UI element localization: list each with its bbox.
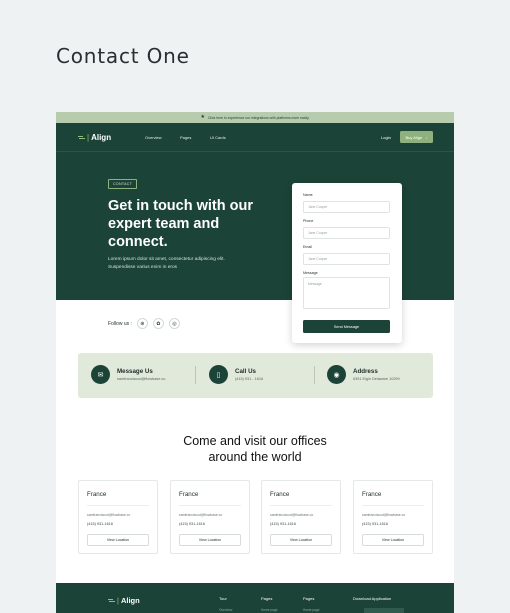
email-field[interactable]: Jane Cooper xyxy=(303,253,390,265)
phone-icon: ▯ xyxy=(209,365,228,384)
nav-link-pages[interactable]: Pages xyxy=(180,135,191,140)
follow-us: Follow us : ⊕ ✿ ◎ xyxy=(108,318,180,329)
email-label: Email xyxy=(303,245,312,249)
footer-logo-text: Align xyxy=(120,596,140,605)
footer-col-pages-2: Pages xyxy=(303,596,315,601)
view-location-button[interactable]: View Location xyxy=(87,534,149,546)
logo-text: Align xyxy=(91,133,112,142)
send-message-button[interactable]: Send Message xyxy=(303,320,390,333)
dribbble-icon[interactable]: ⊕ xyxy=(136,318,148,329)
nav-link-ui-cards[interactable]: UI Cards xyxy=(210,135,226,140)
contact-info-bar: ✉ Message Us samfranciscod@flowbase.co ▯… xyxy=(78,353,433,398)
hero-section: | Align Overview Pages UI Cards Login Bu… xyxy=(56,123,454,343)
star-icon: ★ xyxy=(200,114,205,120)
office-phone: (415) 931-1616 xyxy=(270,522,296,526)
office-email[interactable]: samfranciscod@flowbase.co xyxy=(270,513,313,517)
office-phone: (415) 931-1616 xyxy=(179,522,205,526)
chevron-right-icon: › xyxy=(426,134,428,140)
address-item: ◉ Address 6391 Elgin Delaware 10299 xyxy=(327,365,400,384)
office-email[interactable]: samfranciscod@flowbase.co xyxy=(87,513,130,517)
view-location-button[interactable]: View Location xyxy=(270,534,332,546)
divider xyxy=(179,505,241,506)
office-email[interactable]: samfranciscod@flowbase.co xyxy=(362,513,405,517)
divider xyxy=(195,366,196,384)
message-us-item: ✉ Message Us samfranciscod@flowbase.co xyxy=(91,365,165,384)
call-us-title: Call Us xyxy=(235,368,256,375)
follow-label: Follow us : xyxy=(108,320,132,327)
page-title: Contact One xyxy=(56,44,190,68)
logo[interactable]: | Align xyxy=(78,133,111,142)
logo-separator: | xyxy=(117,596,119,605)
message-us-title: Message Us xyxy=(117,368,153,375)
offices-heading: Come and visit our offices around the wo… xyxy=(56,433,454,465)
message-label: Message xyxy=(303,271,318,275)
footer-col-download: Download Application xyxy=(353,596,392,601)
address-title: Address xyxy=(353,368,378,375)
hero-headline: Get in touch with our expert team and co… xyxy=(108,198,253,250)
footer-col-tour: Tour xyxy=(219,596,227,601)
office-card: France samfranciscod@flowbase.co (415) 9… xyxy=(170,480,250,554)
name-field[interactable]: Jane Cooper xyxy=(303,201,390,213)
call-us-item: ▯ Call Us (415) 931 - 1616 xyxy=(209,365,263,384)
footer: | Align Tour Pages Pages Download Applic… xyxy=(56,583,454,613)
divider xyxy=(87,505,149,506)
promo-banner[interactable]: ★ Click here to experience our integrati… xyxy=(56,112,454,123)
office-card: France samfranciscod@flowbase.co (415) 9… xyxy=(261,480,341,554)
contact-tag: CONTACT xyxy=(108,179,138,189)
nav-link-overview[interactable]: Overview xyxy=(145,135,162,140)
buy-button-label: Buy Align xyxy=(405,134,423,140)
login-link[interactable]: Login xyxy=(381,135,391,140)
hero-lead: Lorem ipsum dolor sit amet, consectetur … xyxy=(108,257,225,270)
contact-page-preview: ★ Click here to experience our integrati… xyxy=(56,112,454,613)
logo-separator: | xyxy=(87,133,90,142)
call-us-value[interactable]: (415) 931 - 1616 xyxy=(235,377,263,381)
footer-link[interactable]: Home page xyxy=(261,608,277,612)
footer-logo[interactable]: | Align xyxy=(108,596,140,605)
office-card: France samfranciscod@flowbase.co (415) 9… xyxy=(353,480,433,554)
view-location-button[interactable]: View Location xyxy=(362,534,424,546)
instagram-icon[interactable]: ◎ xyxy=(168,318,180,329)
message-us-value[interactable]: samfranciscod@flowbase.co xyxy=(117,377,165,381)
office-card: France samfranciscod@flowbase.co (415) 9… xyxy=(78,480,158,554)
banner-text: Click here to experience our integration… xyxy=(207,115,310,120)
phone-field[interactable]: Jane Cooper xyxy=(303,227,390,239)
mail-icon: ✉ xyxy=(91,365,110,384)
contact-form: Name Jane Cooper Phone Jane Cooper Email… xyxy=(292,183,402,343)
app-store-badge[interactable] xyxy=(364,608,404,613)
footer-col-pages: Pages xyxy=(261,596,273,601)
navbar: | Align Overview Pages UI Cards Login Bu… xyxy=(56,123,454,152)
buy-align-button[interactable]: Buy Align › xyxy=(400,131,433,143)
divider xyxy=(314,366,315,384)
logo-mark-icon xyxy=(108,598,115,604)
divider xyxy=(362,505,424,506)
logo-mark-icon xyxy=(78,135,85,141)
office-email[interactable]: samfranciscod@flowbase.co xyxy=(179,513,222,517)
name-label: Name xyxy=(303,193,313,197)
footer-link[interactable]: Home page xyxy=(303,608,319,612)
office-name: France xyxy=(87,491,107,498)
offices-heading-line1: Come and visit our offices xyxy=(183,434,327,448)
message-field[interactable]: Message xyxy=(303,277,390,309)
office-name: France xyxy=(270,491,290,498)
offices-heading-line2: around the world xyxy=(208,450,302,464)
twitter-icon[interactable]: ✿ xyxy=(152,318,164,329)
divider xyxy=(270,505,332,506)
office-phone: (415) 931-1616 xyxy=(362,522,388,526)
footer-link[interactable]: Overview xyxy=(219,608,232,612)
office-name: France xyxy=(179,491,199,498)
office-name: France xyxy=(362,491,382,498)
location-icon: ◉ xyxy=(327,365,346,384)
office-phone: (415) 931-1616 xyxy=(87,522,113,526)
view-location-button[interactable]: View Location xyxy=(179,534,241,546)
address-value: 6391 Elgin Delaware 10299 xyxy=(353,377,400,381)
phone-label: Phone xyxy=(303,219,314,223)
